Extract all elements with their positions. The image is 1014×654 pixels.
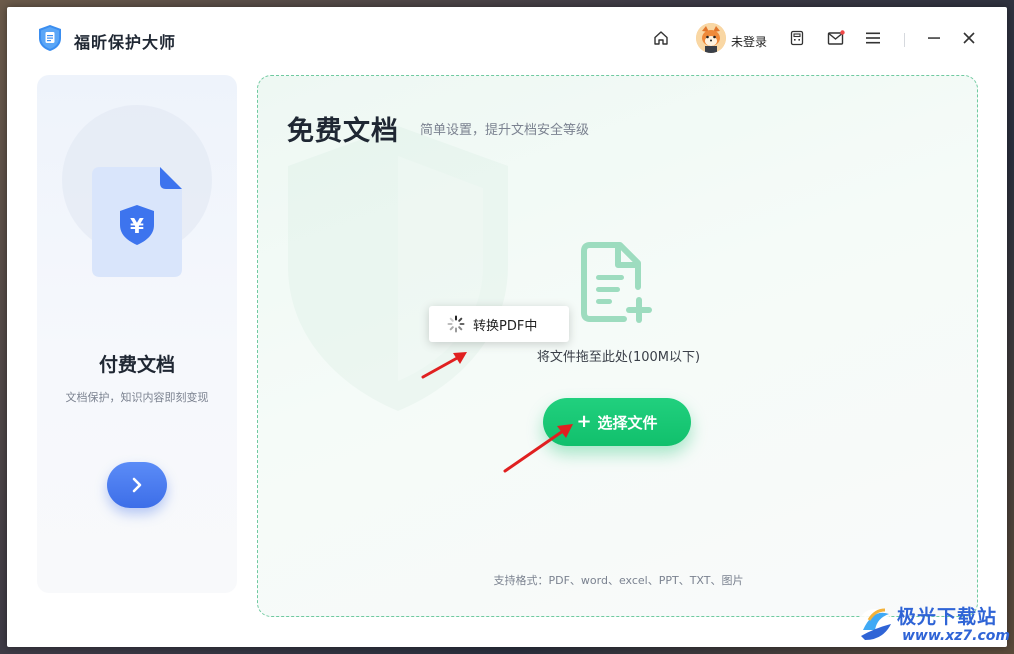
drop-hint: 将文件拖至此处(100M以下) [536, 350, 701, 365]
paid-docs-subtitle: 文档保护，知识内容即刻变现 [65, 391, 209, 404]
paid-docs-enter-button[interactable] [107, 462, 167, 508]
paid-docs-title: 付费文档 [98, 354, 175, 376]
title-bar: 福昕保护大师 未登录 [7, 7, 1007, 69]
select-file-label: 选择文件 [597, 413, 658, 432]
converting-toast: 转换PDF中 [429, 306, 569, 342]
watermark-name: 极光下载站 [897, 606, 998, 628]
login-status[interactable]: 未登录 [731, 33, 767, 50]
converting-toast-text: 转换PDF中 [473, 318, 538, 334]
chevron-right-icon [132, 477, 142, 493]
spinner-icon [447, 315, 465, 333]
free-docs-title: 免费文档 [287, 116, 399, 147]
file-add-icon [581, 242, 652, 323]
minimize-icon[interactable] [925, 29, 943, 47]
titlebar-divider [904, 33, 905, 47]
shield-watermark-icon [288, 126, 508, 411]
paid-docs-card[interactable]: ¥ 付费文档 文档保护，知识内容即刻变现 [37, 75, 237, 593]
mail-icon[interactable] [827, 29, 845, 47]
calculator-icon[interactable] [788, 29, 806, 47]
menu-icon[interactable] [864, 29, 882, 47]
app-window: 福昕保护大师 未登录 ¥ 付费文档 文档保护，知识内容即刻变现 免费文档 简单设… [7, 7, 1007, 647]
close-icon[interactable] [960, 29, 978, 47]
svg-text:¥: ¥ [130, 214, 144, 238]
supported-formats: 支持格式：PDF、word、excel、PPT、TXT、图片 [493, 574, 744, 587]
home-icon[interactable] [652, 29, 670, 47]
annotation-arrow-icon [503, 424, 573, 473]
annotation-arrow-icon [421, 352, 467, 379]
app-logo-icon [39, 25, 61, 51]
app-title: 福昕保护大师 [74, 33, 177, 52]
avatar[interactable] [696, 23, 726, 53]
file-drop-zone[interactable]: 免费文档 简单设置，提升文档安全等级 将文件拖至此处(100M以下) + 选择文… [257, 75, 978, 617]
yen-shield-doc-icon: ¥ [92, 167, 182, 277]
watermark-url: www.xz7.com [902, 628, 1010, 644]
free-docs-subtitle: 简单设置，提升文档安全等级 [420, 123, 590, 138]
